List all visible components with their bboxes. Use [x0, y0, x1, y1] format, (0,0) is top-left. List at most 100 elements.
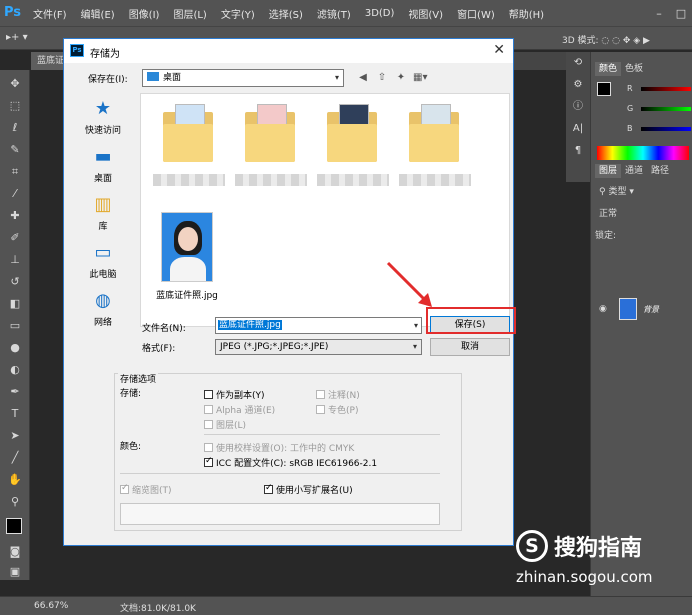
icc-profile-checkbox[interactable]: ICC 配置文件(C): sRGB IEC61966-2.1	[204, 456, 377, 469]
place-network[interactable]: ◍ 网络	[68, 291, 138, 329]
history-panel-icon[interactable]: ⟲	[566, 52, 590, 74]
view-menu-icon[interactable]: ▦▾	[413, 71, 427, 85]
save-options-title: 存储选项	[118, 372, 159, 385]
layer-kind-filter[interactable]: ⚲ 类型 ▾	[599, 184, 634, 197]
tab-paths[interactable]: 路径	[647, 164, 673, 178]
file-item-folder[interactable]	[399, 104, 471, 188]
document-info[interactable]: 文档:81.0K/81.0K	[120, 601, 196, 614]
info-panel-icon[interactable]: ⓘ	[566, 96, 590, 118]
brush-tool-icon[interactable]: ✐	[6, 230, 24, 246]
sogou-logo: S	[516, 530, 548, 562]
screen-mode-icon[interactable]: ▣	[6, 564, 24, 580]
spot-colors-checkbox[interactable]: 专色(P)	[316, 403, 358, 416]
filename-field[interactable]: 蓝底证件照.jpg ▾	[215, 317, 422, 334]
quick-mask-icon[interactable]: ◙	[6, 544, 24, 560]
folder-icon	[245, 104, 295, 162]
lasso-tool-icon[interactable]: ℓ	[6, 120, 24, 136]
paragraph-panel-icon[interactable]: ¶	[566, 140, 590, 162]
menu-help[interactable]: 帮助(H)	[502, 6, 551, 21]
alpha-channels-checkbox[interactable]: Alpha 通道(E)	[204, 403, 275, 416]
tab-channels[interactable]: 通道	[621, 164, 647, 178]
menu-filter[interactable]: 滤镜(T)	[310, 6, 358, 21]
crop-tool-icon[interactable]: ⌗	[6, 164, 24, 180]
marquee-tool-icon[interactable]: ⬚	[6, 98, 24, 114]
zoom-tool-icon[interactable]: ⚲	[6, 494, 24, 510]
color-panel-tabs: 颜色 色板	[595, 62, 647, 76]
path-select-tool-icon[interactable]: ➤	[6, 428, 24, 444]
b-label: B	[627, 124, 633, 133]
mode-3d-label: 3D 模式: ◌ ◌ ✥ ◈ ▶	[562, 36, 650, 46]
blur-tool-icon[interactable]: ●	[6, 340, 24, 356]
back-icon[interactable]: ◀	[356, 71, 370, 85]
proof-setup-checkbox[interactable]: 使用校样设置(O): 工作中的 CMYK	[204, 441, 354, 454]
g-slider[interactable]	[641, 107, 691, 111]
b-slider[interactable]	[641, 127, 691, 131]
menu-3d[interactable]: 3D(D)	[358, 8, 402, 19]
hand-tool-icon[interactable]: ✋	[6, 472, 24, 488]
menu-edit[interactable]: 编辑(E)	[74, 6, 122, 21]
blend-mode-select[interactable]: 正常	[599, 206, 617, 219]
r-slider[interactable]	[641, 87, 691, 91]
color-panel-foreground[interactable]	[597, 82, 611, 96]
nav-buttons: ◀ ⇧ ✦ ▦▾	[356, 71, 427, 85]
close-icon[interactable]: ✕	[493, 42, 505, 58]
properties-panel-icon[interactable]: ⚙	[566, 74, 590, 96]
move-tool-options-icon[interactable]: ▸+ ▾	[6, 32, 28, 43]
move-tool-icon[interactable]: ✥	[6, 76, 24, 92]
chevron-down-icon[interactable]: ▾	[414, 318, 418, 333]
place-this-pc[interactable]: ▭ 此电脑	[68, 243, 138, 281]
up-folder-icon[interactable]: ⇧	[375, 71, 389, 85]
gradient-tool-icon[interactable]: ▭	[6, 318, 24, 334]
history-brush-tool-icon[interactable]: ↺	[6, 274, 24, 290]
menu-view[interactable]: 视图(V)	[401, 6, 450, 21]
menu-select[interactable]: 选择(S)	[262, 6, 310, 21]
character-panel-icon[interactable]: A|	[566, 118, 590, 140]
stamp-tool-icon[interactable]: ⊥	[6, 252, 24, 268]
pen-tool-icon[interactable]: ✒	[6, 384, 24, 400]
menu-layer[interactable]: 图层(L)	[166, 6, 213, 21]
healing-tool-icon[interactable]: ✚	[6, 208, 24, 224]
zoom-level[interactable]: 66.67%	[34, 601, 68, 611]
save-in-label: 保存在(I):	[88, 75, 128, 85]
place-library[interactable]: ▥ 库	[68, 195, 138, 233]
menu-type[interactable]: 文字(Y)	[214, 6, 262, 21]
dodge-tool-icon[interactable]: ◐	[6, 362, 24, 378]
quick-select-tool-icon[interactable]: ✎	[6, 142, 24, 158]
layers-checkbox[interactable]: 图层(L)	[204, 418, 246, 431]
line-tool-icon[interactable]: ╱	[6, 450, 24, 466]
menu-window[interactable]: 窗口(W)	[450, 6, 502, 21]
as-copy-checkbox[interactable]: 作为副本(Y)	[204, 388, 265, 401]
minimize-icon[interactable]: –	[648, 7, 670, 20]
eyedropper-tool-icon[interactable]: ⁄	[6, 186, 24, 202]
thumbnail-checkbox[interactable]: 缩览图(T)	[120, 483, 172, 496]
star-icon: ★	[94, 98, 112, 119]
menu-image[interactable]: 图像(I)	[122, 6, 167, 21]
maximize-icon[interactable]: □	[670, 7, 692, 20]
menu-file[interactable]: 文件(F)	[26, 6, 74, 21]
tab-swatches[interactable]: 色板	[621, 62, 647, 76]
cancel-button[interactable]: 取消	[430, 338, 510, 356]
tab-color[interactable]: 颜色	[595, 62, 622, 76]
folder-icon	[327, 104, 377, 162]
notes-checkbox[interactable]: 注释(N)	[316, 388, 360, 401]
color-spectrum[interactable]	[597, 146, 689, 160]
layer-name[interactable]: 背景	[643, 304, 659, 315]
format-label: 格式(F):	[142, 344, 176, 354]
tab-layers[interactable]: 图层	[595, 164, 622, 178]
foreground-color-swatch[interactable]	[6, 518, 22, 534]
file-item-folder[interactable]	[153, 104, 225, 188]
format-select[interactable]: JPEG (*.JPG;*.JPEG;*.JPE) ▾	[215, 339, 422, 355]
eraser-tool-icon[interactable]: ◧	[6, 296, 24, 312]
file-item-image[interactable]: 蓝底证件照.jpg	[145, 212, 231, 308]
type-tool-icon[interactable]: T	[6, 406, 24, 422]
lowercase-extension-checkbox[interactable]: 使用小写扩展名(U)	[264, 483, 353, 496]
place-desktop[interactable]: ▬ 桌面	[68, 147, 138, 185]
file-item-folder[interactable]	[317, 104, 389, 188]
eye-icon[interactable]: ◉	[599, 304, 607, 314]
layer-thumbnail[interactable]	[619, 298, 637, 320]
save-in-select[interactable]: 桌面 ▾	[142, 69, 344, 87]
place-quick-access[interactable]: ★ 快速访问	[68, 98, 138, 137]
file-list[interactable]: 蓝底证件照.jpg	[140, 93, 510, 327]
new-folder-icon[interactable]: ✦	[394, 71, 408, 85]
file-item-folder[interactable]	[235, 104, 307, 188]
